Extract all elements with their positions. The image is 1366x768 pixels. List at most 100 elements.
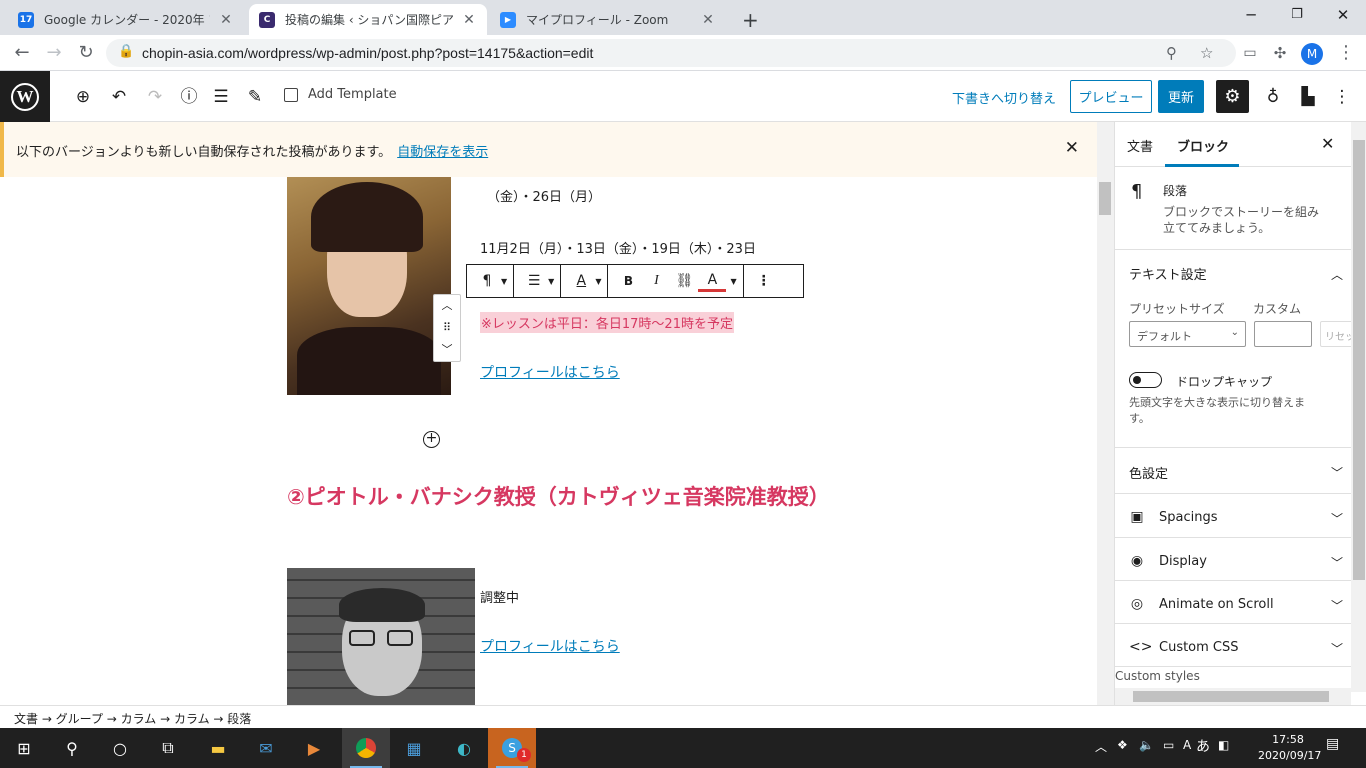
undo-icon[interactable]: ↶: [107, 85, 131, 109]
color-settings-panel[interactable]: 色設定 ﹀: [1115, 448, 1351, 494]
minimize-icon[interactable]: ─: [1228, 0, 1274, 32]
zoom-search-icon[interactable]: ⚲: [1166, 44, 1177, 62]
preset-size-select[interactable]: デフォルト ⌄: [1129, 321, 1246, 347]
profile-link-1[interactable]: プロフィールはこちら: [480, 362, 620, 382]
scroll-thumb[interactable]: [1353, 140, 1365, 580]
chevron-up-icon[interactable]: ︿: [1331, 266, 1343, 283]
task-view-icon[interactable]: ⧉: [144, 728, 192, 768]
display-panel[interactable]: ◉ Display ﹀: [1115, 538, 1351, 581]
spacings-panel[interactable]: ▣ Spacings ﹀: [1115, 494, 1351, 538]
search-icon[interactable]: ⚲: [48, 728, 96, 768]
system-clock[interactable]: 17:58 2020/09/17: [1258, 732, 1321, 764]
close-icon[interactable]: ✕: [1321, 134, 1334, 153]
extensions-icon[interactable]: ✣: [1268, 41, 1292, 65]
window-close-icon[interactable]: ✕: [1320, 0, 1366, 32]
chevron-down-icon[interactable]: ﹀: [1331, 554, 1343, 571]
animate-panel[interactable]: ◎ Animate on Scroll ﹀: [1115, 581, 1351, 624]
add-template-button[interactable]: Add Template: [284, 87, 397, 102]
tab-google-calendar[interactable]: 17 Google カレンダー - 2020年 10月 ✕: [8, 4, 244, 35]
breadcrumb-path[interactable]: 文書 → グループ → カラム → カラム → 段落: [14, 710, 251, 727]
view-autosave-link[interactable]: 自動保存を表示: [397, 145, 488, 160]
more-options-icon[interactable]: ⋮: [750, 273, 778, 289]
ime-pad-icon[interactable]: ◧: [1218, 738, 1229, 752]
add-block-plus-icon[interactable]: +: [423, 431, 440, 448]
windows-start-icon[interactable]: ⊞: [0, 728, 48, 768]
status-text[interactable]: 調整中: [480, 587, 519, 606]
media-icon[interactable]: ▶: [290, 728, 338, 768]
chevron-up-icon[interactable]: ︿: [1095, 738, 1107, 755]
chevron-down-icon[interactable]: ▼: [595, 277, 601, 286]
chevron-down-icon[interactable]: ﹀: [1331, 464, 1343, 481]
ime-mode-icon[interactable]: A: [1183, 738, 1191, 752]
chevron-down-icon[interactable]: ▼: [548, 277, 554, 286]
bookmark-star-icon[interactable]: ☆: [1200, 44, 1213, 62]
chrome-icon[interactable]: [342, 728, 390, 768]
teacher-photo-2[interactable]: [287, 568, 475, 705]
paragraph-icon[interactable]: ¶: [473, 273, 501, 289]
close-icon[interactable]: ✕: [461, 12, 477, 28]
cortana-icon[interactable]: ○: [96, 728, 144, 768]
move-up-icon[interactable]: ︿: [434, 295, 460, 317]
dropbox-icon[interactable]: ❖: [1117, 738, 1128, 752]
info-icon[interactable]: ⓘ: [177, 85, 201, 109]
chevron-down-icon[interactable]: ﹀: [1331, 597, 1343, 614]
chevron-down-icon[interactable]: ﹀: [1331, 640, 1343, 657]
redo-icon[interactable]: ↷: [143, 85, 167, 109]
mail-icon[interactable]: ✉: [242, 728, 290, 768]
text-color-icon[interactable]: A: [698, 271, 727, 292]
back-icon[interactable]: ←: [10, 41, 34, 65]
more-options-icon[interactable]: ⋮: [1330, 85, 1354, 109]
tab-zoom-profile[interactable]: ▶ マイプロフィール - Zoom ✕: [490, 4, 726, 35]
scroll-thumb[interactable]: [1133, 691, 1329, 702]
new-tab-button[interactable]: +: [732, 4, 764, 35]
tab-document[interactable]: 文書: [1127, 136, 1153, 155]
schedule-line-1[interactable]: （金）・26日（月）: [487, 186, 601, 205]
sidebar-scrollbar[interactable]: [1351, 122, 1366, 692]
lock-icon[interactable]: 🔒: [118, 44, 134, 59]
profile-avatar[interactable]: M: [1300, 41, 1324, 65]
app-icon[interactable]: S 1: [488, 728, 536, 768]
custom-size-input[interactable]: [1254, 321, 1312, 347]
list-view-icon[interactable]: ☰: [209, 85, 233, 109]
drop-cap-toggle[interactable]: [1129, 372, 1162, 388]
scroll-thumb[interactable]: [1099, 182, 1111, 215]
store-icon[interactable]: ▦: [390, 728, 438, 768]
switch-to-draft-link[interactable]: 下書きへ切り替え: [952, 88, 1056, 107]
profile-link-2[interactable]: プロフィールはこちら: [480, 636, 620, 656]
schedule-line-2[interactable]: 11月2日（月）・13日（金）・19日（木）・23日: [480, 238, 756, 257]
custom-css-panel[interactable]: <> Custom CSS ﹀: [1115, 624, 1351, 667]
forward-icon[interactable]: →: [42, 41, 66, 65]
font-icon[interactable]: A: [567, 273, 595, 289]
edit-pencil-icon[interactable]: ✎: [243, 85, 267, 109]
update-button[interactable]: 更新: [1158, 80, 1204, 113]
custom-css-title[interactable]: <> Custom CSS: [1129, 639, 1239, 655]
file-explorer-icon[interactable]: ▬: [194, 728, 242, 768]
bold-icon[interactable]: B: [614, 274, 642, 288]
align-left-icon[interactable]: ☰: [520, 273, 548, 289]
chevron-down-icon[interactable]: ﹀: [1331, 510, 1343, 527]
italic-icon[interactable]: I: [642, 273, 670, 289]
color-settings-title[interactable]: 色設定: [1129, 463, 1168, 482]
maximize-icon[interactable]: ❐: [1274, 0, 1320, 32]
move-down-icon[interactable]: ﹀: [434, 339, 460, 361]
network-icon[interactable]: ▭: [1163, 738, 1174, 752]
tab-block[interactable]: ブロック: [1177, 136, 1229, 155]
sidebar-horizontal-scrollbar[interactable]: [1115, 688, 1351, 705]
wordpress-logo-icon[interactable]: W: [0, 71, 50, 122]
browser-menu-icon[interactable]: ⋮: [1334, 41, 1358, 65]
plugin-icon[interactable]: ♁: [1261, 85, 1285, 109]
text-settings-title[interactable]: テキスト設定: [1129, 264, 1207, 283]
cast-icon[interactable]: ▭: [1238, 41, 1262, 65]
layout-icon[interactable]: ▙: [1296, 85, 1320, 109]
reload-icon[interactable]: ↻: [74, 41, 98, 65]
teacher-photo-1[interactable]: [287, 177, 451, 395]
drag-handle-icon[interactable]: ⠿: [434, 317, 460, 339]
add-block-icon[interactable]: ⊕: [71, 85, 95, 109]
close-icon[interactable]: ✕: [700, 12, 716, 28]
tab-post-edit[interactable]: C 投稿の編集 ‹ ショパン国際ピアノコン ✕: [249, 4, 487, 35]
edge-icon[interactable]: ◐: [440, 728, 488, 768]
chevron-down-icon[interactable]: ▼: [730, 277, 736, 286]
display-title[interactable]: ◉ Display: [1129, 553, 1207, 569]
volume-icon[interactable]: 🔈: [1139, 738, 1154, 752]
omnibox[interactable]: 🔒 chopin-asia.com/wordpress/wp-admin/pos…: [106, 39, 1236, 67]
